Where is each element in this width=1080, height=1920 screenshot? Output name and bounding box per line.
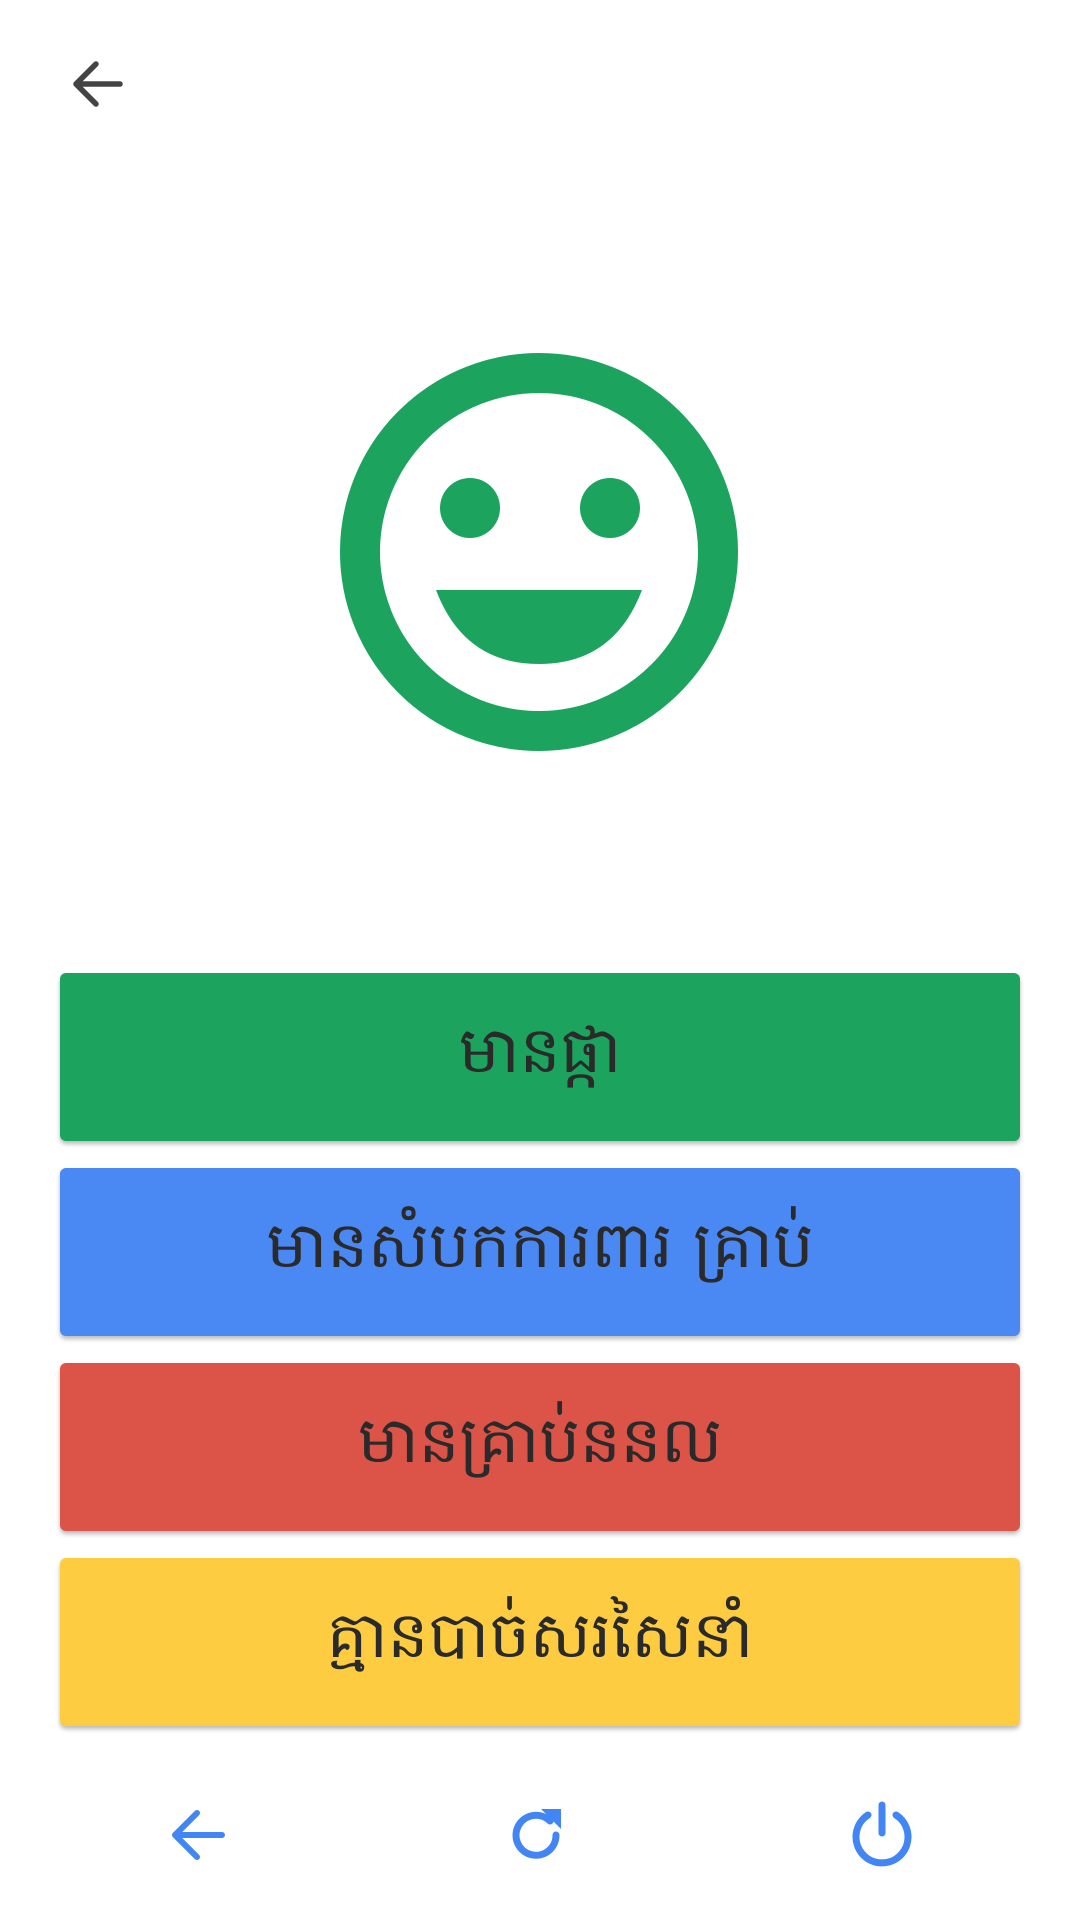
arrow-left-icon (73, 61, 123, 107)
power-icon (852, 1801, 912, 1867)
choice-button-4[interactable]: គ្មានបាច់សរសៃនាំ (60, 1558, 1020, 1726)
choice-label: គ្មានបាច់សរសៃនាំ (326, 1599, 754, 1673)
power-button[interactable] (827, 1780, 937, 1890)
arrow-left-icon (172, 1810, 225, 1860)
choice-button-2[interactable]: មានសំបកការពារ គ្រាប់ (60, 1168, 1020, 1336)
bottom-nav (0, 1780, 1080, 1890)
back-button[interactable] (58, 52, 134, 116)
refresh-button[interactable] (481, 1780, 591, 1890)
choice-button-1[interactable]: មានផ្កា (60, 973, 1020, 1141)
choice-label: មានសំបកការពារ គ្រាប់ (266, 1209, 814, 1283)
nav-back-button[interactable] (142, 1780, 252, 1890)
choice-label: មានគ្រាប់ននល (357, 1404, 723, 1478)
refresh-icon (512, 1809, 561, 1859)
answer-choices: មានផ្កា មានសំបកការពារ គ្រាប់ មានគ្រាប់នន… (60, 973, 1020, 1753)
choice-label: មានផ្កា (458, 1014, 622, 1088)
smiley-face-icon (340, 353, 738, 751)
choice-button-3[interactable]: មានគ្រាប់ននល (60, 1363, 1020, 1531)
